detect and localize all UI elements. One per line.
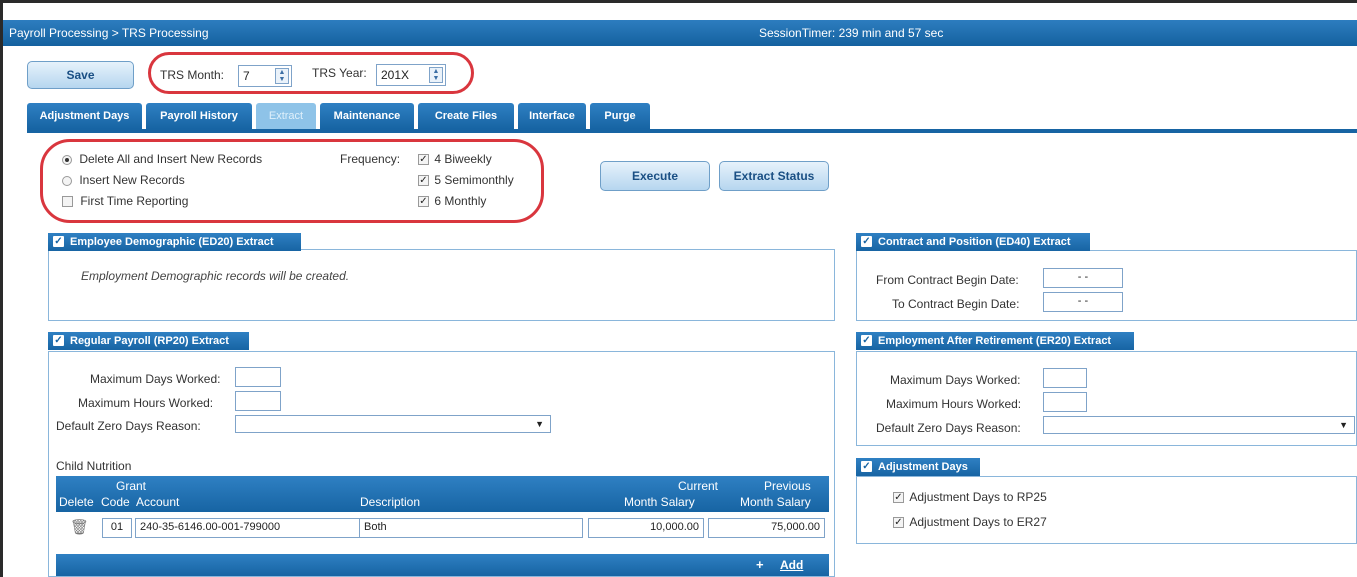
checkbox-checked-icon[interactable]: ✓	[53, 236, 64, 247]
checkbox-checked-icon[interactable]: ✓	[861, 461, 872, 472]
rp20-max-days-label: Maximum Days Worked:	[90, 372, 221, 386]
table-row: 🗑 01 240-35-6146.00-001-799000 Both 10,0…	[56, 512, 829, 554]
adj-title: Adjustment Days	[878, 461, 968, 473]
rp20-max-hours-label: Maximum Hours Worked:	[78, 396, 214, 410]
er20-zero-days-label: Default Zero Days Reason:	[876, 421, 1021, 435]
adj-panel	[856, 476, 1357, 544]
checkbox-checked-icon[interactable]: ✓	[53, 335, 64, 346]
grid-footer: + Add	[56, 554, 829, 576]
adj-rp25-label: Adjustment Days to RP25	[909, 490, 1047, 504]
adj-er27-label: Adjustment Days to ER27	[909, 515, 1047, 529]
rp20-header[interactable]: ✓ Regular Payroll (RP20) Extract	[48, 332, 249, 350]
session-timer: SessionTimer: 239 min and 57 sec	[759, 26, 944, 40]
adj-er27-row[interactable]: ✓ Adjustment Days to ER27	[893, 515, 1047, 529]
ed20-panel: Employment Demographic records will be c…	[48, 249, 835, 321]
checkbox-checked-icon[interactable]: ✓	[861, 236, 872, 247]
trash-icon[interactable]: 🗑	[70, 518, 89, 536]
col-grant: Grant	[116, 479, 147, 493]
to-contract-date-input[interactable]: - -	[1043, 292, 1123, 312]
tab-purge[interactable]: Purge	[590, 103, 650, 129]
from-contract-date-input[interactable]: - -	[1043, 268, 1123, 288]
col-description: Description	[360, 495, 421, 509]
ed40-header[interactable]: ✓ Contract and Position (ED40) Extract	[856, 233, 1090, 251]
ed40-title: Contract and Position (ED40) Extract	[878, 236, 1071, 248]
child-nutrition-grid-header: Grant Delete Code Account Description Cu…	[56, 476, 829, 512]
description-input[interactable]: Both	[359, 518, 583, 538]
extract-status-button[interactable]: Extract Status	[719, 161, 829, 191]
er20-max-days-label: Maximum Days Worked:	[890, 373, 1021, 387]
col-previous-2: Month Salary	[740, 495, 811, 509]
adj-header[interactable]: ✓ Adjustment Days	[856, 458, 980, 476]
er20-max-days-input[interactable]	[1043, 368, 1087, 388]
ed20-header[interactable]: ✓ Employee Demographic (ED20) Extract	[48, 233, 301, 251]
rp20-max-hours-input[interactable]	[235, 391, 281, 411]
tab-interface[interactable]: Interface	[518, 103, 586, 129]
tab-maintenance[interactable]: Maintenance	[320, 103, 414, 129]
account-input[interactable]: 240-35-6146.00-001-799000	[135, 518, 397, 538]
left-border	[0, 3, 3, 577]
rp20-zero-days-label: Default Zero Days Reason:	[56, 419, 201, 433]
rp20-zero-days-select[interactable]: ▼	[235, 415, 551, 433]
col-current-2: Month Salary	[624, 495, 695, 509]
save-button[interactable]: Save	[27, 61, 134, 89]
col-current: Current	[678, 479, 719, 493]
tab-create-files[interactable]: Create Files	[418, 103, 514, 129]
checkbox-checked-icon[interactable]: ✓	[861, 335, 872, 346]
checkbox-checked-icon[interactable]: ✓	[893, 492, 904, 504]
ed20-message: Employment Demographic records will be c…	[81, 269, 350, 283]
col-account: Account	[136, 495, 180, 509]
title-bar: Payroll Processing > TRS Processing Sess…	[3, 20, 1357, 46]
execute-button[interactable]: Execute	[600, 161, 710, 191]
from-contract-label: From Contract Begin Date:	[876, 273, 1019, 287]
dropdown-caret-icon: ▼	[1339, 420, 1348, 430]
tab-underline	[27, 129, 1357, 133]
breadcrumb: Payroll Processing > TRS Processing	[9, 26, 209, 40]
highlight-oval-options	[40, 139, 544, 223]
checkbox-checked-icon[interactable]: ✓	[893, 517, 904, 529]
rp20-title: Regular Payroll (RP20) Extract	[70, 335, 229, 347]
to-contract-label: To Contract Begin Date:	[892, 297, 1020, 311]
er20-max-hours-input[interactable]	[1043, 392, 1087, 412]
col-delete: Delete	[59, 495, 94, 509]
er20-zero-days-select[interactable]: ▼	[1043, 416, 1355, 434]
tab-extract[interactable]: Extract	[256, 103, 316, 129]
col-code: Code	[101, 495, 130, 509]
previous-salary-input[interactable]: 75,000.00	[708, 518, 825, 538]
tab-payroll-history[interactable]: Payroll History	[146, 103, 252, 129]
ed20-title: Employee Demographic (ED20) Extract	[70, 236, 274, 248]
rp20-max-days-input[interactable]	[235, 367, 281, 387]
top-border	[0, 0, 1357, 3]
adj-rp25-row[interactable]: ✓ Adjustment Days to RP25	[893, 490, 1047, 504]
er20-max-hours-label: Maximum Hours Worked:	[886, 397, 1022, 411]
col-previous: Previous	[764, 479, 811, 493]
tab-adjustment-days[interactable]: Adjustment Days	[27, 103, 142, 129]
current-salary-input[interactable]: 10,000.00	[588, 518, 704, 538]
highlight-oval-month-year	[148, 52, 474, 94]
er20-header[interactable]: ✓ Employment After Retirement (ER20) Ext…	[856, 332, 1134, 350]
grant-code-input[interactable]: 01	[102, 518, 132, 538]
add-link[interactable]: Add	[780, 558, 803, 572]
add-icon[interactable]: +	[756, 557, 764, 572]
er20-title: Employment After Retirement (ER20) Extra…	[878, 335, 1112, 347]
dropdown-caret-icon: ▼	[535, 419, 544, 429]
child-nutrition-label: Child Nutrition	[56, 459, 132, 473]
